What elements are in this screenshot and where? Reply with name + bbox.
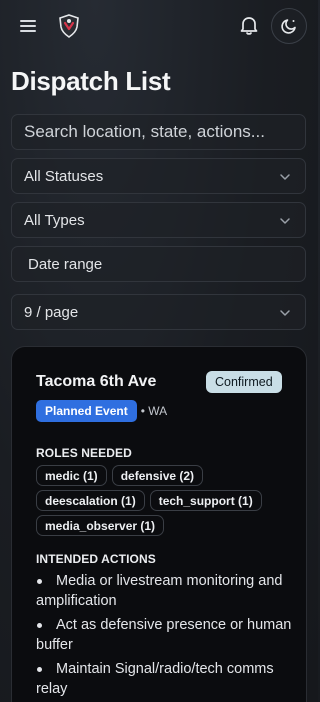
actions-heading: INTENDED ACTIONS <box>36 552 156 566</box>
actions-list: Media or livestream monitoring and ampli… <box>36 571 294 702</box>
page-size-value: 9 / page <box>24 303 79 321</box>
page-title: Dispatch List <box>11 66 171 96</box>
top-bar <box>0 0 318 52</box>
event-type-badge: Planned Event <box>36 400 137 422</box>
list-item: Media or livestream monitoring and ampli… <box>36 571 294 611</box>
roles-heading: ROLES NEEDED <box>36 446 132 460</box>
status-select-value: All Statuses <box>24 167 104 185</box>
chevron-down-icon <box>280 218 290 224</box>
status-badge: Confirmed <box>206 371 282 393</box>
role-chip: tech_support (1) <box>149 490 262 511</box>
theme-toggle-button[interactable] <box>271 8 307 44</box>
list-item: Act as defensive presence or human buffe… <box>36 615 294 655</box>
role-chip: defensive (2) <box>111 465 204 486</box>
dispatch-card[interactable]: Tacoma 6th Ave Confirmed Planned Event •… <box>11 346 307 702</box>
shield-logo-icon[interactable] <box>58 14 80 38</box>
card-title: Tacoma 6th Ave <box>36 373 157 390</box>
hamburger-icon[interactable] <box>20 18 36 34</box>
roles-list: medic (1) defensive (2) deescalation (1)… <box>36 465 286 536</box>
state-label: • WA <box>140 404 168 418</box>
chevron-down-icon <box>280 310 290 316</box>
theme-toggle-icon <box>281 19 296 34</box>
list-item: Maintain Signal/radio/tech comms relay <box>36 659 294 699</box>
status-select[interactable]: All Statuses <box>11 158 306 194</box>
role-chip: media_observer (1) <box>36 515 165 536</box>
type-select-value: All Types <box>24 211 85 229</box>
bell-icon[interactable] <box>238 14 260 36</box>
page-size-select[interactable]: 9 / page <box>11 294 306 330</box>
chevron-down-icon <box>280 174 290 180</box>
role-chip: deescalation (1) <box>36 490 145 511</box>
type-select[interactable]: All Types <box>11 202 306 238</box>
search-input[interactable]: Search location, state, actions... <box>11 114 306 150</box>
role-chip: medic (1) <box>36 465 107 486</box>
date-range-input[interactable]: Date range <box>11 246 306 282</box>
event-type-row: Planned Event • WA <box>36 400 167 422</box>
